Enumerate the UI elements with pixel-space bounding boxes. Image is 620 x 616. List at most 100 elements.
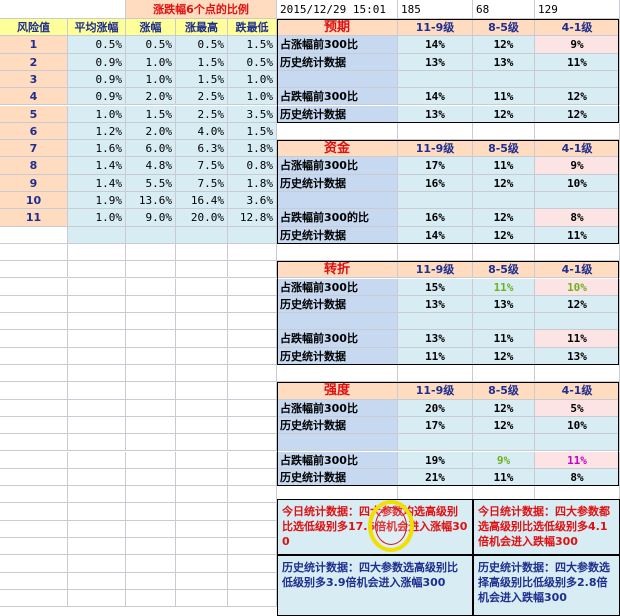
stat-cell[interactable]: 7.5% bbox=[176, 174, 228, 192]
level-value-cell[interactable]: 11% bbox=[398, 347, 473, 365]
datetime-cell[interactable]: 2015/12/29 15:01 bbox=[277, 0, 398, 19]
level-value-cell[interactable]: 11% bbox=[535, 53, 620, 71]
level-value-cell[interactable]: 11% bbox=[473, 157, 535, 175]
level-value-cell[interactable]: 15% bbox=[398, 278, 473, 296]
level-value-cell[interactable]: 11% bbox=[535, 451, 620, 469]
risk-value-cell[interactable]: 6 bbox=[0, 122, 68, 141]
level-value-cell[interactable]: 13% bbox=[473, 295, 535, 314]
stat-cell[interactable]: 1.8% bbox=[228, 140, 277, 158]
blank-value-cell[interactable] bbox=[398, 434, 473, 452]
row-label[interactable]: 历史统计数据 bbox=[277, 347, 398, 365]
level-value-cell[interactable]: 8% bbox=[535, 209, 620, 227]
blank-value-cell[interactable] bbox=[535, 70, 620, 89]
blank-value-cell[interactable] bbox=[398, 313, 473, 331]
risk-value-cell[interactable]: 5 bbox=[0, 105, 68, 123]
stat-cell[interactable]: 1.2% bbox=[68, 122, 126, 141]
stat-cell[interactable]: 2.5% bbox=[176, 88, 228, 106]
level-header-1[interactable]: 8-5级 bbox=[473, 140, 535, 158]
row-label[interactable]: 占跌幅前300比 bbox=[277, 88, 398, 106]
section-title[interactable]: 预期 bbox=[277, 19, 398, 37]
left-header-3[interactable]: 涨最高 bbox=[176, 19, 228, 37]
risk-value-cell[interactable]: 8 bbox=[0, 157, 68, 175]
stat-cell[interactable]: 1.4% bbox=[68, 157, 126, 175]
stat-cell[interactable]: 1.4% bbox=[68, 174, 126, 192]
row-label[interactable]: 历史统计数据 bbox=[277, 416, 398, 435]
blank-label-cell[interactable] bbox=[277, 192, 398, 210]
level-header-0[interactable]: 11-9级 bbox=[398, 382, 473, 400]
level-value-cell[interactable]: 10% bbox=[535, 174, 620, 192]
stat-cell[interactable]: 2.5% bbox=[176, 105, 228, 123]
risk-value-cell[interactable]: 9 bbox=[0, 174, 68, 192]
row-label[interactable]: 历史统计数据 bbox=[277, 174, 398, 192]
level-value-cell[interactable]: 11% bbox=[473, 468, 535, 487]
stat-cell[interactable]: 4.8% bbox=[126, 157, 176, 175]
level-value-cell[interactable]: 14% bbox=[398, 88, 473, 106]
level-value-cell[interactable]: 14% bbox=[398, 226, 473, 244]
level-value-cell[interactable]: 10% bbox=[535, 416, 620, 435]
risk-value-cell[interactable]: 1 bbox=[0, 36, 68, 54]
value-cell-129[interactable]: 129 bbox=[535, 0, 620, 19]
stat-cell[interactable]: 0.9% bbox=[68, 88, 126, 106]
level-value-cell[interactable]: 10% bbox=[535, 278, 620, 296]
risk-value-cell[interactable]: 3 bbox=[0, 70, 68, 89]
stat-cell[interactable]: 5.5% bbox=[126, 174, 176, 192]
row-label[interactable]: 历史统计数据 bbox=[277, 53, 398, 71]
stat-cell[interactable]: 1.0% bbox=[68, 105, 126, 123]
level-value-cell[interactable]: 16% bbox=[398, 174, 473, 192]
blank-value-cell[interactable] bbox=[398, 70, 473, 89]
level-value-cell[interactable]: 20% bbox=[398, 399, 473, 417]
stat-cell[interactable]: 2.0% bbox=[126, 122, 176, 141]
stat-cell[interactable]: 1.5% bbox=[176, 70, 228, 89]
level-value-cell[interactable]: 17% bbox=[398, 157, 473, 175]
level-header-0[interactable]: 11-9级 bbox=[398, 261, 473, 279]
stat-cell[interactable]: 1.0% bbox=[126, 53, 176, 71]
level-header-0[interactable]: 11-9级 bbox=[398, 19, 473, 37]
level-value-cell[interactable]: 9% bbox=[535, 36, 620, 54]
stat-cell[interactable]: 6.3% bbox=[176, 140, 228, 158]
level-value-cell[interactable]: 13% bbox=[398, 330, 473, 348]
level-value-cell[interactable]: 9% bbox=[535, 157, 620, 175]
risk-value-cell[interactable]: 4 bbox=[0, 88, 68, 106]
level-value-cell[interactable]: 12% bbox=[473, 174, 535, 192]
level-header-1[interactable]: 8-5级 bbox=[473, 19, 535, 37]
stat-cell[interactable]: 1.0% bbox=[228, 70, 277, 89]
value-cell-185[interactable]: 185 bbox=[398, 0, 473, 19]
left-header-0[interactable]: 风险值 bbox=[0, 19, 68, 37]
section-title[interactable]: 资金 bbox=[277, 140, 398, 158]
stat-cell[interactable]: 4.0% bbox=[176, 122, 228, 141]
level-value-cell[interactable]: 12% bbox=[473, 36, 535, 54]
level-value-cell[interactable]: 12% bbox=[473, 347, 535, 365]
stat-cell[interactable]: 7.5% bbox=[176, 157, 228, 175]
level-value-cell[interactable]: 13% bbox=[535, 347, 620, 365]
section-title[interactable]: 强度 bbox=[277, 382, 398, 400]
level-value-cell[interactable]: 11% bbox=[535, 226, 620, 244]
level-value-cell[interactable]: 12% bbox=[473, 105, 535, 123]
stat-cell[interactable]: 1.0% bbox=[126, 70, 176, 89]
stat-cell[interactable]: 3.6% bbox=[228, 192, 277, 210]
row-label[interactable]: 占涨幅前300比 bbox=[277, 399, 398, 417]
row-label[interactable]: 占跌幅前300的比 bbox=[277, 209, 398, 227]
section-title[interactable]: 转折 bbox=[277, 261, 398, 279]
blank-label-cell[interactable] bbox=[277, 70, 398, 89]
stat-cell[interactable]: 1.6% bbox=[68, 140, 126, 158]
level-value-cell[interactable]: 8% bbox=[535, 468, 620, 487]
level-value-cell[interactable]: 12% bbox=[473, 399, 535, 417]
stat-cell[interactable]: 3.5% bbox=[228, 105, 277, 123]
level-value-cell[interactable]: 13% bbox=[398, 53, 473, 71]
stat-cell[interactable]: 0.5% bbox=[228, 53, 277, 71]
stat-cell[interactable]: 2.0% bbox=[126, 88, 176, 106]
level-value-cell[interactable]: 12% bbox=[473, 226, 535, 244]
blank-value-cell[interactable] bbox=[535, 313, 620, 331]
blank-value-cell[interactable] bbox=[473, 313, 535, 331]
level-value-cell[interactable]: 12% bbox=[473, 209, 535, 227]
row-label[interactable]: 历史统计数据 bbox=[277, 226, 398, 244]
left-header-1[interactable]: 平均涨幅 bbox=[68, 19, 126, 37]
blank-label-cell[interactable] bbox=[277, 434, 398, 452]
level-value-cell[interactable]: 13% bbox=[398, 295, 473, 314]
blank-value-cell[interactable] bbox=[535, 192, 620, 210]
row-label[interactable]: 占涨幅前300比 bbox=[277, 278, 398, 296]
left-header-4[interactable]: 跌最低 bbox=[228, 19, 277, 37]
row-label[interactable]: 占跌幅前300比 bbox=[277, 451, 398, 469]
stat-cell[interactable]: 0.9% bbox=[68, 53, 126, 71]
risk-value-cell[interactable]: 11 bbox=[0, 209, 68, 227]
